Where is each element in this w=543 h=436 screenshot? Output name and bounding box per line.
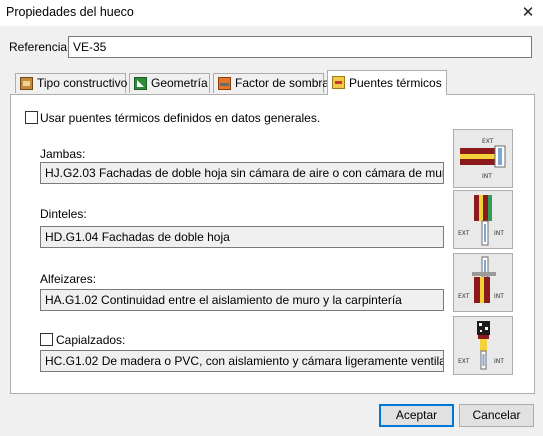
referencia-label: Referencia: <box>9 40 71 54</box>
dinteles-label: Dinteles: <box>40 207 87 221</box>
geometry-icon <box>134 77 147 90</box>
tab-label: Puentes térmicos <box>349 76 442 90</box>
tab-puentes-termicos[interactable]: Puentes térmicos <box>327 70 447 95</box>
alfeizares-label: Alfeizares: <box>40 272 97 286</box>
construction-type-icon <box>20 77 33 90</box>
tab-label: Tipo constructivo <box>37 76 128 90</box>
roller-shutter-box-icon: EXT INT <box>458 321 504 370</box>
capialzados-diagram-button[interactable]: EXT INT <box>453 316 513 375</box>
accept-button[interactable]: Aceptar <box>379 404 454 427</box>
jambas-field[interactable]: HJ.G2.03 Fachadas de doble hoja sin cáma… <box>40 162 444 184</box>
int-label: INT <box>494 358 504 365</box>
tab-geometria[interactable]: Geometría <box>129 73 210 93</box>
ext-label: EXT <box>482 138 494 145</box>
sill-section-icon: EXT INT <box>458 256 504 303</box>
shade-factor-icon <box>218 77 231 90</box>
title-bar: Propiedades del hueco ✕ <box>0 0 543 26</box>
capialzados-label: Capialzados: <box>56 333 126 347</box>
close-icon[interactable]: ✕ <box>514 2 542 24</box>
capialzados-field[interactable]: HC.G1.02 De madera o PVC, con aislamient… <box>40 350 444 372</box>
jambas-diagram-button[interactable]: EXT INT <box>453 129 513 188</box>
ext-label: EXT <box>458 293 470 300</box>
dinteles-field[interactable]: HD.G1.04 Fachadas de doble hoja <box>40 226 444 248</box>
tab-factor-de-sombra[interactable]: Factor de sombra <box>213 73 329 93</box>
tab-label: Factor de sombra <box>235 76 330 90</box>
lintel-section-icon: EXT INT <box>458 195 504 246</box>
jamb-section-icon: EXT INT <box>460 138 506 180</box>
tab-tipo-constructivo[interactable]: Tipo constructivo <box>15 73 128 93</box>
capialzados-checkbox[interactable] <box>40 333 53 346</box>
ext-label: EXT <box>458 358 470 365</box>
window-title: Propiedades del hueco <box>6 5 134 19</box>
int-label: INT <box>494 230 504 237</box>
referencia-input[interactable]: VE-35 <box>68 36 532 58</box>
usar-generales-label: Usar puentes térmicos definidos en datos… <box>40 111 321 125</box>
cancel-button[interactable]: Cancelar <box>459 404 534 427</box>
int-label: INT <box>482 173 492 180</box>
usar-generales-checkbox[interactable] <box>25 111 38 124</box>
alfeizares-field[interactable]: HA.G1.02 Continuidad entre el aislamient… <box>40 289 444 311</box>
int-label: INT <box>494 293 504 300</box>
ext-label: EXT <box>458 230 470 237</box>
thermal-bridges-icon <box>332 76 345 89</box>
alfeizares-diagram-button[interactable]: EXT INT <box>453 253 513 312</box>
tab-label: Geometría <box>151 76 208 90</box>
jambas-label: Jambas: <box>40 147 86 161</box>
dinteles-diagram-button[interactable]: EXT INT <box>453 190 513 249</box>
